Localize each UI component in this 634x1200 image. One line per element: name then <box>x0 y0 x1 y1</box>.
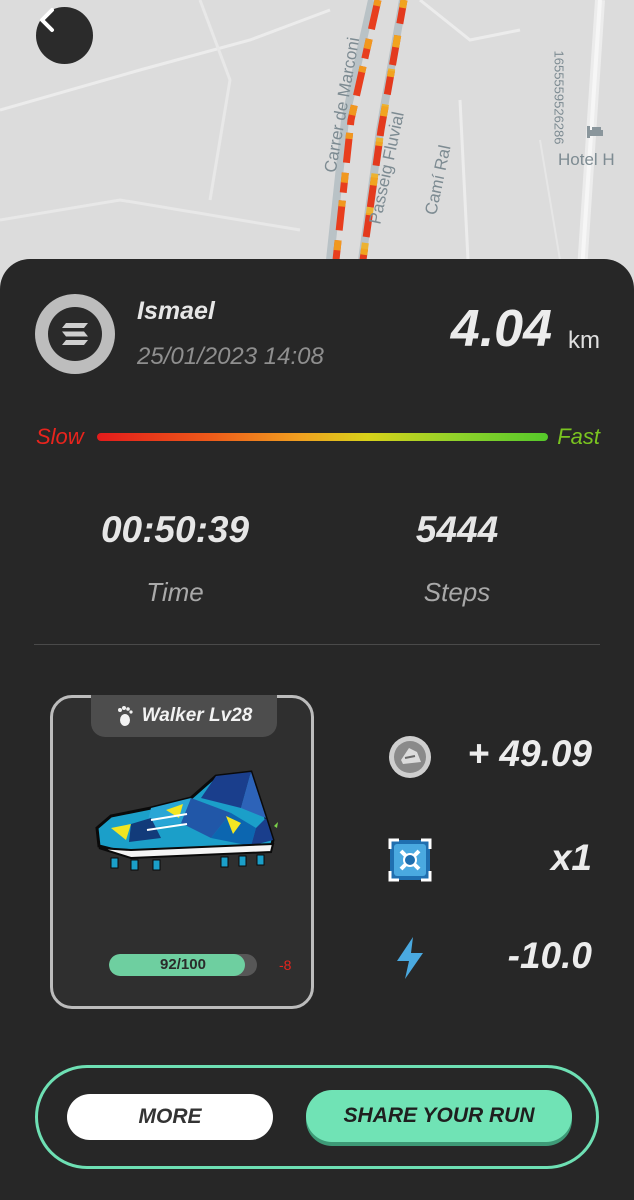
speed-gradient-bar <box>97 433 548 441</box>
steps-value: 5444 <box>415 509 499 550</box>
action-bar: MORE SHARE YOUR RUN <box>35 1065 599 1169</box>
chevron-left-icon <box>40 8 54 32</box>
poi-label-hotel: Hotel H <box>558 150 615 169</box>
durability-text: 92/100 <box>160 956 206 973</box>
distance-unit: km <box>568 327 600 354</box>
sneaker-image <box>95 770 278 871</box>
steps-label: Steps <box>423 577 491 607</box>
lightning-icon <box>397 937 423 979</box>
shoe-boost-icon <box>388 838 432 882</box>
more-button[interactable]: MORE <box>67 1094 273 1140</box>
multiplier-value: x1 <box>550 837 592 878</box>
distance-value: 4.04 <box>450 300 552 358</box>
run-datetime: 25/01/2023 14:08 <box>137 343 324 370</box>
sneaker-tag: Walker Lv28 <box>91 695 277 737</box>
time-label: Time <box>146 577 204 607</box>
gst-reward-value: + 49.09 <box>467 733 592 774</box>
hotel-icon <box>587 126 603 138</box>
solana-logo-icon <box>62 323 88 345</box>
speed-fast-label: Fast <box>557 424 600 449</box>
sneaker-level-label: Walker Lv28 <box>141 705 253 726</box>
durability-delta: -8 <box>279 957 292 973</box>
map-streets <box>0 0 605 300</box>
energy-value: -10.0 <box>507 935 592 976</box>
map-id-label: 1655559526286 <box>551 50 567 145</box>
gst-coin-icon <box>389 736 431 778</box>
username: Ismael <box>137 297 215 325</box>
share-run-button[interactable]: SHARE YOUR RUN <box>306 1090 572 1142</box>
speed-slow-label: Slow <box>36 424 84 449</box>
time-value: 00:50:39 <box>100 509 250 550</box>
avatar[interactable] <box>35 294 115 374</box>
sneaker-card[interactable]: Walker Lv28 92/100 -8 <box>50 695 314 1009</box>
back-button[interactable] <box>36 7 93 64</box>
run-summary-panel: Ismael 25/01/2023 14:08 4.04 km Slow Fas… <box>0 259 634 1200</box>
divider <box>34 644 600 645</box>
footprint-icon <box>117 706 133 726</box>
route-map[interactable]: Carrer de Marconi Passeig Fluvial Camí R… <box>0 0 634 300</box>
